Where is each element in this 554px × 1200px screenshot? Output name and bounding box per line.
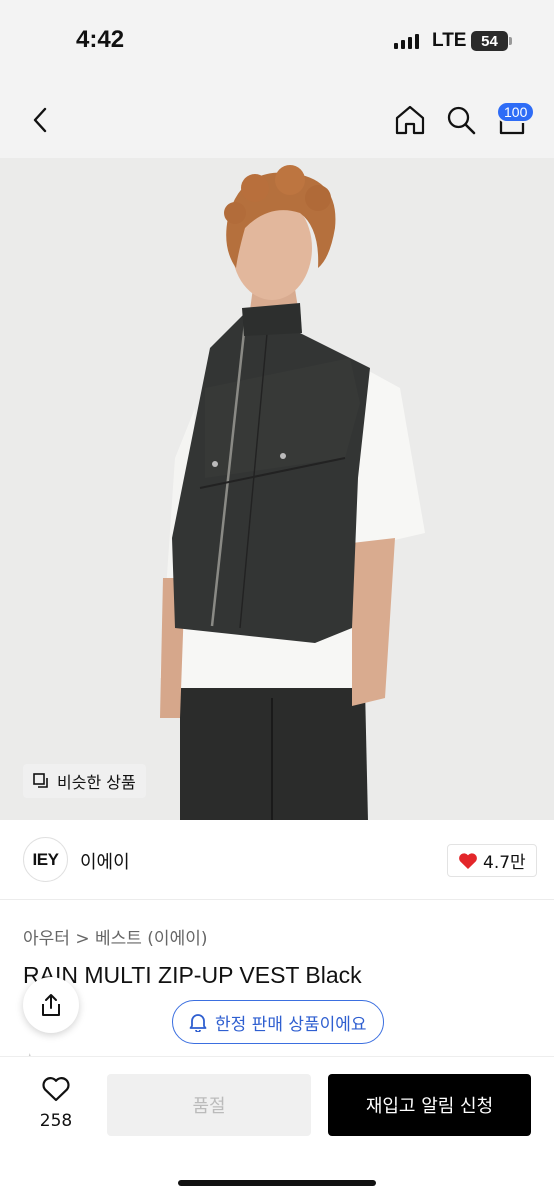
status-bar: 4:42 LTE 54 bbox=[0, 0, 554, 82]
nav-bar bbox=[0, 82, 554, 158]
back-button[interactable] bbox=[22, 100, 58, 140]
similar-products-button[interactable]: 비슷한 상품 bbox=[23, 764, 146, 798]
network-label: LTE bbox=[432, 30, 467, 51]
share-button[interactable] bbox=[23, 977, 79, 1033]
heart-filled-icon bbox=[459, 852, 477, 869]
battery-cap bbox=[509, 37, 512, 45]
battery-icon: 54 bbox=[471, 31, 508, 51]
signal-icon bbox=[394, 34, 419, 49]
status-time: 4:42 bbox=[76, 26, 125, 53]
restock-alert-button[interactable]: 재입고 알림 신청 bbox=[328, 1074, 531, 1136]
brand-logo[interactable]: IEY bbox=[23, 837, 68, 882]
bell-icon bbox=[189, 1014, 207, 1032]
copy-icon bbox=[33, 773, 48, 788]
home-button[interactable] bbox=[391, 100, 429, 140]
search-icon bbox=[447, 106, 476, 135]
brand-row: IEY 이에이 4.7만 bbox=[0, 820, 554, 900]
brand-name[interactable]: 이에이 bbox=[80, 848, 130, 874]
home-indicator bbox=[178, 1180, 376, 1186]
heart-outline-icon bbox=[42, 1077, 70, 1102]
bottom-action-bar: 258 품절 재입고 알림 신청 bbox=[0, 1056, 554, 1200]
cart-count-badge: 100 bbox=[496, 101, 536, 123]
breadcrumb[interactable]: 아우터 > 베스트 (이에이) bbox=[23, 924, 207, 949]
product-image[interactable] bbox=[0, 158, 554, 821]
limited-sale-label: 한정 판매 상품이에요 bbox=[215, 1014, 367, 1035]
brand-like-button[interactable]: 4.7만 bbox=[447, 844, 537, 877]
product-photo-illustration bbox=[0, 158, 554, 821]
wishlist-count: 258 bbox=[39, 1111, 73, 1131]
brand-like-count: 4.7만 bbox=[483, 853, 526, 873]
share-icon bbox=[42, 994, 60, 1016]
product-title: RAIN MULTI ZIP-UP VEST Black bbox=[23, 962, 362, 988]
soldout-button: 품절 bbox=[107, 1074, 311, 1136]
limited-sale-notice: 한정 판매 상품이에요 bbox=[172, 1000, 384, 1044]
wishlist-button[interactable]: 258 bbox=[30, 1075, 82, 1131]
search-button[interactable] bbox=[442, 100, 480, 140]
home-icon bbox=[395, 105, 425, 135]
battery-level: 54 bbox=[481, 32, 498, 50]
similar-products-label: 비슷한 상품 bbox=[57, 773, 136, 792]
chevron-left-icon bbox=[33, 107, 47, 133]
